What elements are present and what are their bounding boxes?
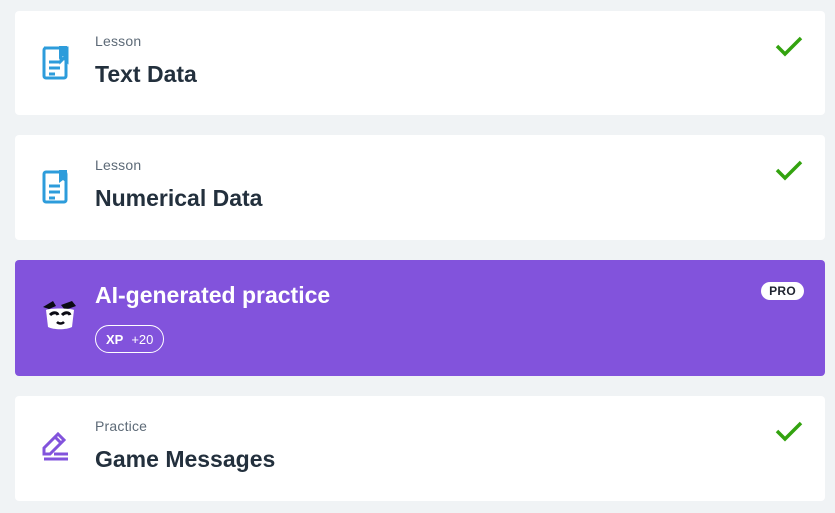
lesson-book-icon: [42, 170, 68, 204]
practice-card-game-messages[interactable]: Practice Game Messages: [15, 396, 825, 501]
lesson-book-icon: [42, 46, 69, 80]
checkmark-icon: [775, 36, 803, 57]
item-kind: Lesson: [95, 33, 142, 49]
item-kind: Lesson: [95, 157, 142, 173]
lesson-card-numerical-data[interactable]: Lesson Numerical Data: [15, 135, 825, 240]
xp-value: +20: [131, 331, 154, 347]
xp-label: XP: [106, 331, 124, 347]
item-title: AI-generated practice: [95, 282, 331, 308]
ai-mascot-icon: [43, 301, 76, 330]
checkmark-icon: [775, 160, 803, 181]
practice-pencil-icon: [42, 431, 68, 461]
ai-practice-card[interactable]: AI-generated practice PRO XP +20: [15, 260, 825, 376]
item-title: Text Data: [95, 61, 197, 87]
checkmark-icon: [775, 421, 803, 442]
xp-badge: XP +20: [95, 325, 165, 353]
pro-badge: PRO: [761, 282, 804, 300]
item-kind: Practice: [95, 418, 148, 434]
lesson-card-text-data[interactable]: Lesson Text Data: [15, 11, 825, 115]
item-title: Game Messages: [95, 446, 276, 472]
item-title: Numerical Data: [95, 185, 263, 211]
